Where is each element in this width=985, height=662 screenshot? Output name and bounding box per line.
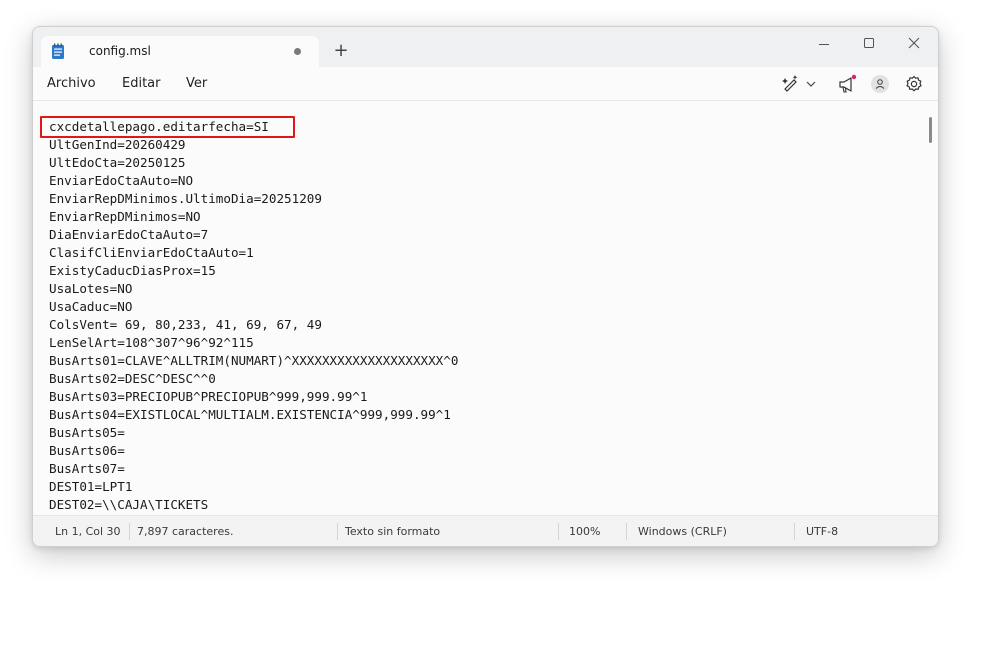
editor-line[interactable]: UltEdoCta=20250125 [49, 154, 458, 172]
editor-line[interactable]: ColsVent= 69, 80,233, 41, 69, 67, 49 [49, 316, 458, 334]
status-separator [794, 523, 795, 540]
editor-line[interactable]: ClasifCliEnviarEdoCtaAuto=1 [49, 244, 458, 262]
editor-line[interactable]: EnviarRepDMinimos=NO [49, 208, 458, 226]
tab-title: config.msl [89, 44, 151, 58]
status-text-format: Texto sin formato [345, 525, 441, 538]
status-separator [558, 523, 559, 540]
editor-line[interactable]: DiaEnviarEdoCtaAuto=7 [49, 226, 458, 244]
editor-line[interactable]: BusArts03=PRECIOPUB^PRECIOPUB^999,999.99… [49, 388, 458, 406]
status-encoding[interactable]: UTF-8 [806, 525, 838, 538]
editor-line[interactable]: UltGenInd=20260429 [49, 136, 458, 154]
status-bar: Ln 1, Col 30 7,897 caracteres. Texto sin… [33, 515, 938, 546]
unsaved-indicator-icon[interactable] [294, 48, 301, 55]
status-cursor-position: Ln 1, Col 30 [55, 525, 121, 538]
tab-config-msl[interactable]: config.msl [41, 36, 319, 67]
vertical-scrollbar[interactable] [929, 117, 932, 143]
notepad-app-icon [52, 43, 64, 59]
close-icon[interactable] [903, 33, 925, 55]
editor-line[interactable]: BusArts01=CLAVE^ALLTRIM(NUMART)^XXXXXXXX… [49, 352, 458, 370]
status-zoom[interactable]: 100% [569, 525, 600, 538]
text-editor-area[interactable]: cxcdetallepago.editarfecha=SI UltGenInd=2… [33, 101, 938, 515]
editor-line[interactable]: ExistyCaducDiasProx=15 [49, 262, 458, 280]
copilot-rewrite-icon[interactable] [780, 72, 802, 96]
menu-bar: Archivo Editar Ver [33, 67, 938, 101]
minimize-icon[interactable] [813, 33, 835, 55]
menu-archivo[interactable]: Archivo [47, 76, 96, 91]
editor-line[interactable]: EnviarRepDMinimos.UltimoDia=20251209 [49, 190, 458, 208]
notepad-window: config.msl + Archivo Editar Ver cxcdetal… [32, 26, 939, 547]
editor-line[interactable]: BusArts04=EXISTLOCAL^MULTIALM.EXISTENCIA… [49, 406, 458, 424]
megaphone-icon[interactable] [836, 72, 858, 96]
status-separator [626, 523, 627, 540]
maximize-icon[interactable] [858, 33, 880, 55]
editor-line[interactable]: BusArts02=DESC^DESC^^0 [49, 370, 458, 388]
settings-icon[interactable] [903, 72, 925, 96]
editor-line[interactable]: BusArts07= [49, 460, 458, 478]
menu-editar[interactable]: Editar [122, 76, 161, 91]
editor-line[interactable]: DEST01=LPT1 [49, 478, 458, 496]
editor-lines[interactable]: cxcdetallepago.editarfecha=SI UltGenInd=2… [49, 118, 458, 514]
editor-line[interactable]: UsaLotes=NO [49, 280, 458, 298]
editor-line[interactable]: DEST02=\\CAJA\TICKETS [49, 496, 458, 514]
status-separator [337, 523, 338, 540]
highlight-box-annotation [40, 116, 295, 138]
editor-line[interactable]: BusArts06= [49, 442, 458, 460]
status-line-ending[interactable]: Windows (CRLF) [638, 525, 727, 538]
editor-line[interactable]: EnviarEdoCtaAuto=NO [49, 172, 458, 190]
new-tab-button[interactable]: + [329, 39, 353, 63]
status-character-count: 7,897 caracteres. [137, 525, 234, 538]
menu-ver[interactable]: Ver [186, 76, 207, 91]
status-separator [129, 523, 130, 540]
chevron-down-icon[interactable] [804, 72, 818, 96]
account-icon[interactable] [869, 72, 891, 96]
editor-line[interactable]: BusArts05= [49, 424, 458, 442]
editor-line[interactable]: UsaCaduc=NO [49, 298, 458, 316]
title-bar: config.msl + [33, 27, 938, 67]
editor-line[interactable]: LenSelArt=108^307^96^92^115 [49, 334, 458, 352]
